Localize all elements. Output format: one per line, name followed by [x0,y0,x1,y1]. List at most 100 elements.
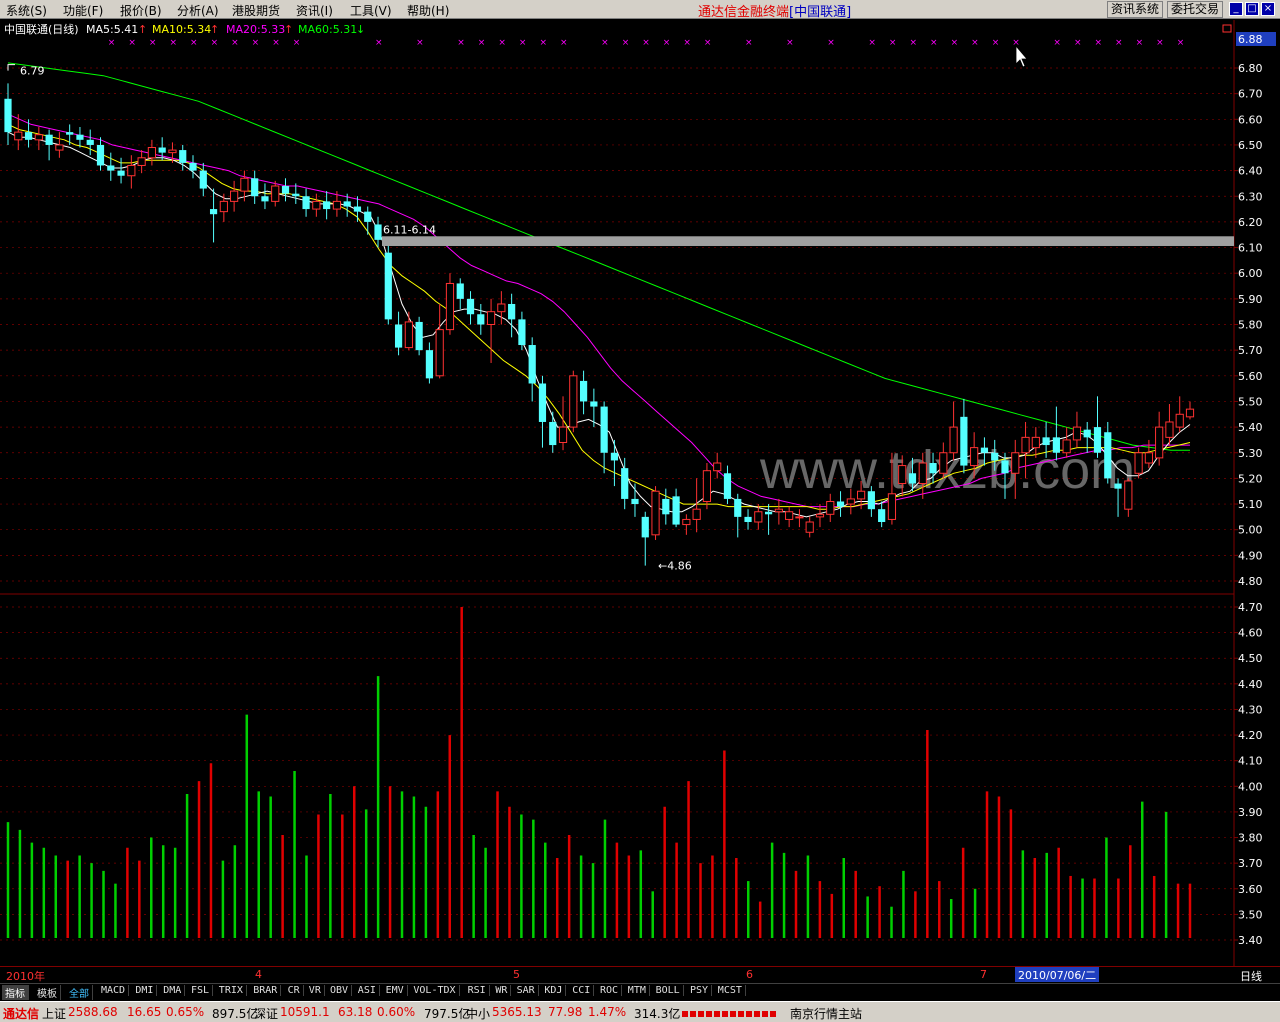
candle-body-down [281,185,290,194]
volume-tick-label: 4.50 [1238,652,1263,665]
period-label[interactable]: 日线 [1240,968,1262,984]
price-axis: 6.80 6.70 6.60 6.50 6.40 6.30 6.20 6.10 6.00 5.90… [1234,62,1263,947]
maximize-icon[interactable]: □ [1245,2,1259,16]
signal-marker-icon: × [231,38,239,48]
candle-body-up [271,185,280,202]
signal-marker-icon: × [992,38,1000,48]
candle-body-up [1134,452,1143,474]
candle-body-down [1001,460,1009,474]
indicator-tab[interactable]: BRAR [250,985,282,996]
legend-ma5-arrow: ↑ [138,23,147,36]
minimize-icon[interactable]: _ [1229,2,1243,16]
candle-body-up [1144,452,1153,464]
indicator-tab[interactable]: 全部 [66,985,93,1000]
candle-body-down [1093,427,1102,453]
menu-analysis[interactable]: 分析(A) [177,2,219,19]
candle-body-down [1114,483,1122,489]
candle-body-down [631,498,639,505]
indicator-tab[interactable]: OBV [327,985,353,996]
menu-function[interactable]: 功能(F) [63,2,103,19]
candle-body-down [641,516,649,538]
indicator-tab[interactable]: TRIX [216,985,247,996]
indicator-tab[interactable]: KDJ [541,985,567,996]
signal-marker-icon: × [909,38,917,48]
menu-info[interactable]: 资讯(I) [296,2,333,19]
chart-settings-icon[interactable] [1222,24,1232,33]
month-label: 2010年 [6,970,45,983]
signal-marker-icon: × [539,38,547,48]
server-label[interactable]: 南京行情主站 [790,1005,862,1022]
indicator-tab[interactable]: VOL-TDX [410,985,460,996]
price-tick-label: 5.60 [1238,370,1263,383]
candle-body-up [785,511,794,520]
indicator-tab[interactable]: DMI [132,985,158,996]
info-system-button[interactable]: 资讯系统 [1107,1,1164,18]
volume-tick-label: 3.50 [1238,908,1263,921]
menu-help[interactable]: 帮助(H) [407,2,449,19]
indicator-tab[interactable]: CCI [569,985,595,996]
close-icon[interactable]: × [1261,2,1275,16]
candle-body-up [805,521,814,533]
indicator-tab[interactable]: ASI [355,985,380,996]
candle-body-up [404,321,413,349]
candle-body-up [558,426,568,443]
indicator-tab[interactable]: FSL [188,985,214,996]
candle-body-up [795,516,804,519]
candle-body-down [744,516,752,523]
month-label: 4 [255,968,262,981]
indicator-tab[interactable]: RSI [465,985,490,996]
indicator-tab[interactable]: VR [306,985,325,996]
candle-body-down [456,283,464,299]
signal-marker-icon: × [1136,38,1144,48]
app-title-main: 通达信金融终端 [698,5,790,20]
indicator-tab[interactable]: PSY [687,985,713,996]
candle-body-down [764,511,773,515]
indicator-tab[interactable]: SAR [514,985,539,996]
menu-tools[interactable]: 工具(V) [350,2,392,19]
indicator-tab[interactable]: WR [492,985,512,996]
candle-body-up [856,490,866,500]
high-marker-icon [7,64,15,71]
chart-canvas[interactable]: www.tdxzb.com 6.806.706.606.506.406.306.… [0,20,1280,966]
signal-marker-icon: × [252,38,260,48]
trade-button[interactable]: 委托交易 [1167,1,1224,18]
menu-system[interactable]: 系统(S) [6,2,47,19]
indicator-tab[interactable]: ROC [597,985,623,996]
signal-strength-icon [682,1007,782,1021]
candle-body-up [312,200,321,210]
candle-body-up [1072,426,1082,441]
candle-body-down [425,350,434,379]
candle-body-down [538,383,547,422]
candle-body-down [662,498,670,515]
indicator-tab[interactable]: CR [285,985,304,996]
volume-tick-label: 4.40 [1238,678,1263,691]
signal-marker-icon: × [1156,38,1164,48]
candle-body-down [1042,437,1050,446]
indicator-tab[interactable]: 指标 [2,985,29,1000]
volume-tick-label: 4.20 [1238,729,1263,742]
signal-marker-icon: × [1053,38,1061,48]
indicator-tab[interactable]: DMA [160,985,186,996]
candle-body-up [497,303,506,313]
candle-body-up [826,500,835,515]
candle-body-down [158,147,166,153]
menu-quote[interactable]: 报价(B) [120,2,162,19]
indicator-tab[interactable]: EMV [383,985,408,996]
month-label: 7 [980,968,987,981]
indicator-tab[interactable]: MCST [715,985,746,996]
indicator-tab[interactable]: MACD [98,985,130,996]
volume-tick-label: 4.00 [1238,780,1263,793]
indicator-tab[interactable]: MTM [625,985,650,996]
candle-body-up [774,508,783,513]
signal-marker-icon: × [190,38,198,48]
candle-body-up [939,452,948,474]
legend-ma10: MA10:5.34 [152,23,211,36]
menu-hk-futures[interactable]: 港股期货 [232,2,280,19]
indicator-tab[interactable]: BOLL [653,985,684,996]
candle-body-up [918,462,927,485]
candle-body-up [692,508,701,520]
indicator-tab[interactable]: 模板 [34,985,61,1000]
signal-marker-icon: × [560,38,568,48]
candle-body-up [682,518,691,526]
kline-chart[interactable]: www.tdxzb.com 6.80 6.70 6.60 6.50 6.40 6.30 6.… [0,20,1280,966]
